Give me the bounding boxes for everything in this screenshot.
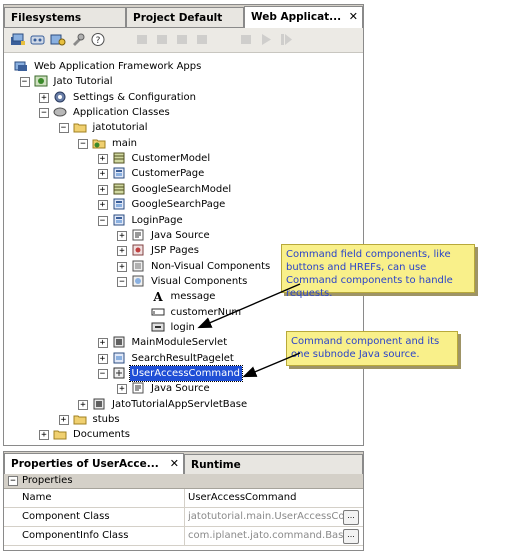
arrow-to-login bbox=[197, 283, 301, 329]
close-icon[interactable]: ✕ bbox=[170, 454, 179, 474]
properties-panel: Properties of UserAcce... ✕ Runtime − Pr… bbox=[3, 451, 364, 551]
property-value[interactable]: UserAccessCommand bbox=[188, 492, 343, 503]
tab-label: Runtime bbox=[191, 459, 241, 471]
properties-tabbar: Properties of UserAcce... ✕ Runtime bbox=[4, 452, 363, 475]
tab-label: Properties of UserAcce... bbox=[11, 458, 159, 470]
app-window: Filesystems Project Default Web Applicat… bbox=[0, 0, 525, 554]
tab-runtime[interactable]: Runtime bbox=[184, 454, 363, 474]
arrow-to-useraccesscommand bbox=[242, 352, 301, 378]
column-divider bbox=[184, 489, 185, 507]
section-label: Properties bbox=[22, 475, 73, 486]
property-name: Component Class bbox=[22, 511, 110, 522]
property-row-component-class[interactable]: Component Class jatotutorial.main.UserAc… bbox=[4, 508, 363, 527]
property-row-componentinfo-class[interactable]: ComponentInfo Class com.iplanet.jato.com… bbox=[4, 527, 363, 546]
property-value[interactable]: jatotutorial.main.UserAccessCo... bbox=[188, 511, 343, 522]
tab-properties[interactable]: Properties of UserAcce... ✕ bbox=[4, 453, 184, 475]
column-divider bbox=[184, 527, 185, 545]
ellipsis-button[interactable]: ... bbox=[343, 529, 359, 544]
property-value[interactable]: com.iplanet.jato.command.Basic... bbox=[188, 530, 343, 541]
property-name: ComponentInfo Class bbox=[22, 530, 129, 541]
column-divider bbox=[184, 508, 185, 526]
properties-section-header[interactable]: − Properties bbox=[4, 474, 363, 489]
property-row-name[interactable]: Name UserAccessCommand bbox=[4, 489, 363, 508]
collapse-icon[interactable]: − bbox=[8, 476, 18, 486]
ellipsis-button[interactable]: ... bbox=[343, 510, 359, 525]
property-name: Name bbox=[22, 492, 52, 503]
